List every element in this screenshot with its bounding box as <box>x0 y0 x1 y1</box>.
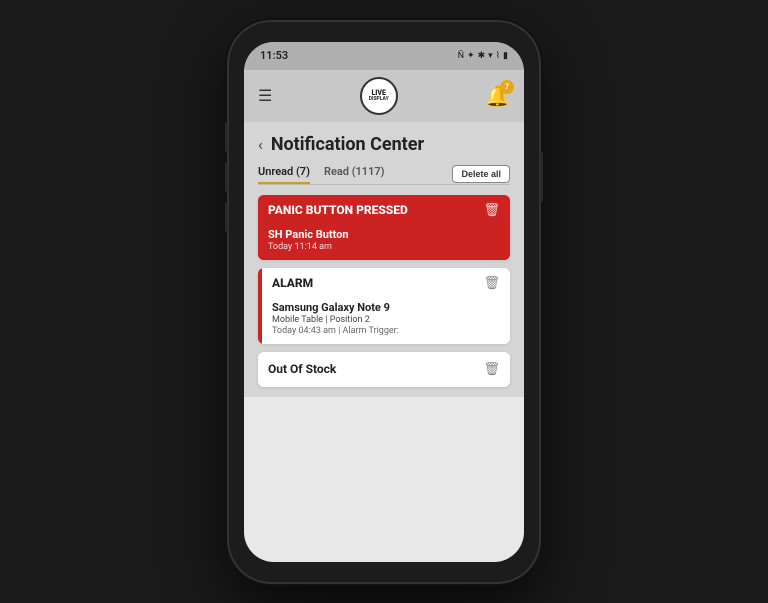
hamburger-menu-icon[interactable]: ☰ <box>258 86 272 105</box>
alarm-device-name: Samsung Galaxy Note 9 <box>272 301 500 314</box>
alarm-header-row: ALARM 🗑 <box>262 268 510 297</box>
notification-alarm[interactable]: ALARM 🗑 Samsung Galaxy Note 9 Mobile Tab… <box>258 268 510 344</box>
logo-display-text: DISPLAY <box>369 97 389 102</box>
notification-panic[interactable]: PANIC BUTTON PRESSED 🗑 SH Panic Button T… <box>258 195 510 260</box>
notification-badge: 7 <box>500 80 514 94</box>
alarm-right-content: ALARM 🗑 Samsung Galaxy Note 9 Mobile Tab… <box>262 268 510 344</box>
alarm-delete-icon[interactable]: 🗑 <box>483 276 500 291</box>
alarm-body: Samsung Galaxy Note 9 Mobile Table | Pos… <box>262 297 510 344</box>
panic-delete-icon[interactable]: 🗑 <box>483 203 500 218</box>
top-bar: ☰ LIVE DISPLAY 🔔 7 <box>244 70 524 122</box>
bluetooth-icon: ✦ <box>467 51 475 61</box>
notification-out-of-stock[interactable]: Out Of Stock 🗑 <box>258 352 510 387</box>
signal-icon: Ñ <box>458 51 464 61</box>
panic-type-label: PANIC BUTTON PRESSED <box>268 203 408 217</box>
notifications-list: PANIC BUTTON PRESSED 🗑 SH Panic Button T… <box>244 185 524 397</box>
oos-delete-icon[interactable]: 🗑 <box>483 362 500 377</box>
page-title: Notification Center <box>271 134 424 155</box>
wifi-icon: ▾ <box>488 51 493 61</box>
tabs-row: Unread (7) Read (1117) Delete all <box>244 155 524 184</box>
panic-header-row: PANIC BUTTON PRESSED 🗑 <box>258 195 510 224</box>
alarm-sub: Mobile Table | Position 2 <box>272 315 500 325</box>
phone-device: 11:53 Ñ ✦ ✱ ▾ ⌇ ▮ ☰ LIVE DISPLAY 🔔 7 <box>229 22 539 582</box>
alarm-type-label: ALARM <box>272 276 313 290</box>
back-button[interactable]: ‹ <box>258 135 263 154</box>
settings-icon: ✱ <box>478 51 486 61</box>
panic-device-name: SH Panic Button <box>268 228 500 241</box>
bell-wrapper: 🔔 7 <box>485 84 510 108</box>
tab-unread[interactable]: Unread (7) <box>258 165 310 184</box>
delete-all-button[interactable]: Delete all <box>452 165 510 183</box>
tab-read[interactable]: Read (1117) <box>324 165 385 184</box>
oos-type-label: Out Of Stock <box>268 362 336 376</box>
wifi2-icon: ⌇ <box>496 51 500 61</box>
phone-screen: 11:53 Ñ ✦ ✱ ▾ ⌇ ▮ ☰ LIVE DISPLAY 🔔 7 <box>244 42 524 562</box>
alarm-inner: ALARM 🗑 Samsung Galaxy Note 9 Mobile Tab… <box>258 268 510 344</box>
alarm-time: Today 04:43 am | Alarm Trigger: <box>272 326 500 336</box>
nc-header: ‹ Notification Center <box>244 122 524 155</box>
status-bar: 11:53 Ñ ✦ ✱ ▾ ⌇ ▮ <box>244 42 524 70</box>
panic-time: Today 11:14 am <box>268 242 500 252</box>
status-time: 11:53 <box>260 49 288 62</box>
panic-body: SH Panic Button Today 11:14 am <box>258 224 510 260</box>
battery-icon: ▮ <box>503 51 508 61</box>
main-content: ‹ Notification Center Unread (7) Read (1… <box>244 122 524 397</box>
logo: LIVE DISPLAY <box>360 77 398 115</box>
status-icons: Ñ ✦ ✱ ▾ ⌇ ▮ <box>458 51 508 61</box>
